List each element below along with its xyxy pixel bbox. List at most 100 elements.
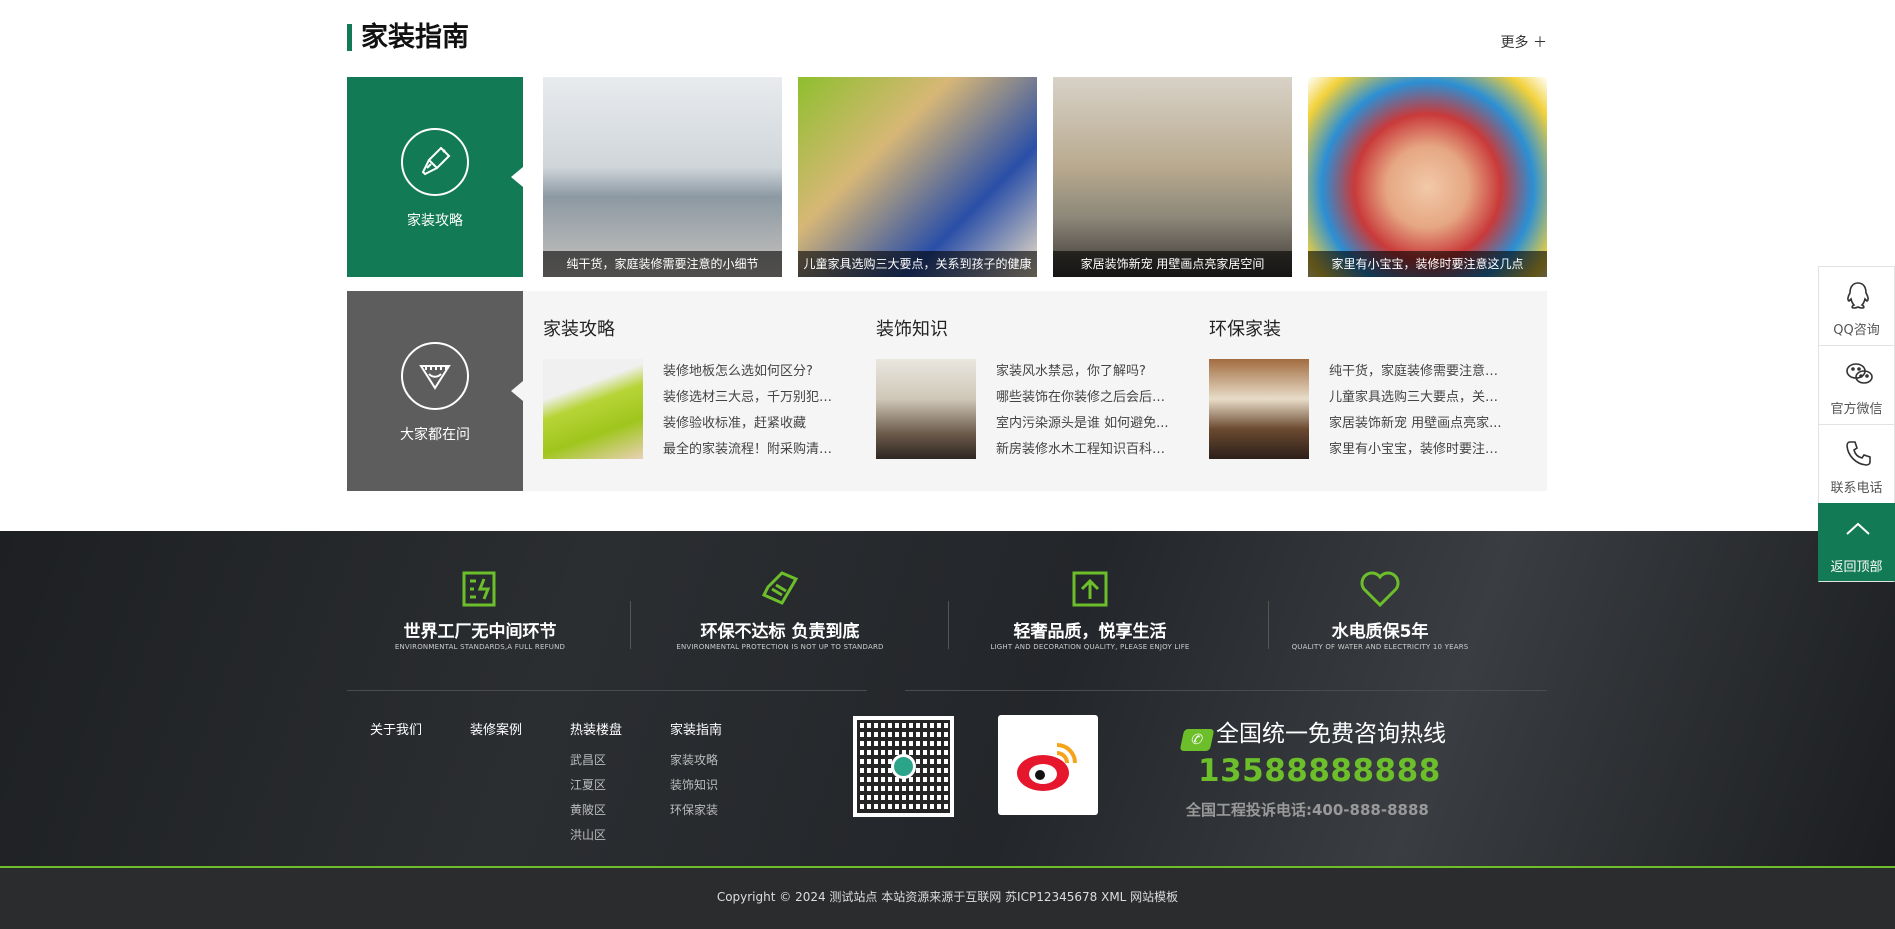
feature-subtitle: ENVIRONMENTAL PROTECTION IS NOT UP TO ST…	[676, 643, 884, 651]
side-item-label: QQ咨询	[1833, 323, 1880, 338]
guide-tile-label: 家装攻略	[407, 213, 463, 229]
feature-title: 环保不达标 负责到底	[700, 622, 860, 642]
footer-nav-link[interactable]: 黄陂区	[570, 798, 622, 823]
complaint-hotline: 全国工程投诉电话:400-888-8888	[1186, 801, 1429, 819]
footer-nav-group: 家装指南 家装攻略 装饰知识 环保家装	[670, 719, 722, 823]
phone-icon	[1846, 441, 1871, 466]
faq-column-title[interactable]: 装饰知识	[876, 315, 948, 341]
footer-nav-group: 关于我们	[370, 719, 422, 748]
photo-card[interactable]: 家里有小宝宝，装修时要注意这几点	[1308, 77, 1547, 277]
arrow-up-icon	[1846, 522, 1870, 535]
faq-item[interactable]: 室内污染源头是谁 如何避免...	[996, 411, 1176, 437]
footer-nav-group: 装修案例	[470, 719, 522, 748]
footer-nav-link[interactable]: 装饰知识	[670, 773, 722, 798]
faq-column-title[interactable]: 家装攻略	[543, 315, 615, 341]
upload-box-icon	[1072, 571, 1108, 607]
title-accent-bar	[347, 24, 352, 51]
feature-item: 轻奢品质，悦享生活 LIGHT AND DECORATION QUALITY, …	[960, 531, 1220, 661]
phone-icon: ✆	[1179, 729, 1215, 751]
side-item-qq[interactable]: QQ咨询	[1818, 266, 1895, 345]
faq-item[interactable]: 装修验收标准，赶紧收藏	[663, 411, 843, 437]
side-item-label: 返回顶部	[1830, 560, 1883, 575]
faq-item[interactable]: 装修地板怎么选如何区分?	[663, 359, 843, 385]
footer: 世界工厂无中间环节 ENVIRONMENTAL STANDARDS,A FULL…	[0, 531, 1895, 866]
photo-caption[interactable]: 家居装饰新宠 用壁画点亮家居空间	[1053, 251, 1292, 277]
footer-nav-link[interactable]: 武昌区	[570, 748, 622, 773]
footer-divider	[905, 690, 1547, 691]
qr-code	[853, 716, 954, 817]
footer-nav-link[interactable]: 环保家装	[670, 798, 722, 823]
guide-tile[interactable]: 家装攻略	[347, 77, 523, 277]
qq-icon	[1847, 282, 1869, 309]
footer-nav-link[interactable]: 江夏区	[570, 773, 622, 798]
feature-subtitle: LIGHT AND DECORATION QUALITY, PLEASE ENJ…	[990, 643, 1190, 651]
photo-card[interactable]: 家居装饰新宠 用壁画点亮家居空间	[1053, 77, 1292, 277]
tile-pointer	[511, 167, 523, 187]
footer-nav-link[interactable]: 家装攻略	[670, 748, 722, 773]
copyright-text: Copyright © 2024 测试站点 本站资源来源于互联网 苏ICP123…	[716, 890, 1179, 904]
footer-nav-link[interactable]: 洪山区	[570, 823, 622, 848]
faq-item[interactable]: 最全的家装流程！附采购清单...	[663, 437, 843, 463]
faq-list: 家装风水禁忌，你了解吗? 哪些装饰在你装修之后会后悔... 室内污染源头是谁 如…	[996, 359, 1176, 463]
faq-column: 家装攻略 装修地板怎么选如何区分? 装修选材三大忌，千万别犯了... 装修验收标…	[543, 291, 863, 491]
tag-icon	[761, 571, 799, 605]
hotline-number[interactable]: 13588888888	[1198, 753, 1441, 789]
faq-item[interactable]: 家里有小宝宝，装修时要注意...	[1329, 437, 1509, 463]
faq-item[interactable]: 哪些装饰在你装修之后会后悔...	[996, 385, 1176, 411]
footer-nav-title[interactable]: 热装楼盘	[570, 719, 622, 738]
home-icon	[891, 754, 916, 779]
side-item-phone[interactable]: 联系电话	[1818, 424, 1895, 503]
copyright-bar: Copyright © 2024 测试站点 本站资源来源于互联网 苏ICP123…	[0, 866, 1895, 929]
feature-item: 环保不达标 负责到底 ENVIRONMENTAL PROTECTION IS N…	[650, 531, 910, 661]
section-title: 家装指南	[361, 22, 469, 53]
side-item-wechat[interactable]: 官方微信	[1818, 345, 1895, 424]
faq-column-title[interactable]: 环保家装	[1209, 315, 1281, 341]
feature-divider	[630, 601, 631, 649]
photo-card[interactable]: 纯干货，家庭装修需要注意的小细节	[543, 77, 782, 277]
faq-list: 纯干货，家庭装修需要注意的... 儿童家具选购三大要点，关系... 家居装饰新宠…	[1329, 359, 1509, 463]
hotline-title-text: 全国统一免费咨询热线	[1216, 721, 1446, 747]
more-link[interactable]: 更多 ＋	[1501, 32, 1547, 52]
ask-tile-label: 大家都在问	[400, 427, 470, 443]
ask-tile[interactable]: 大家都在问	[347, 291, 523, 491]
photo-caption[interactable]: 家里有小宝宝，装修时要注意这几点	[1308, 251, 1547, 277]
feature-title: 世界工厂无中间环节	[403, 622, 557, 642]
feature-subtitle: ENVIRONMENTAL STANDARDS,A FULL REFUND	[394, 643, 566, 651]
faq-row: 大家都在问 家装攻略 装修地板怎么选如何区分? 装修选材三大忌，千万别犯了...…	[347, 291, 1547, 491]
guide-photo-row: 家装攻略 纯干货，家庭装修需要注意的小细节 儿童家具选购三大要点，关系到孩子的健…	[347, 77, 1547, 277]
heart-icon	[1360, 571, 1400, 608]
factory-icon	[462, 571, 496, 607]
feature-item: 世界工厂无中间环节 ENVIRONMENTAL STANDARDS,A FULL…	[350, 531, 610, 661]
faq-item[interactable]: 家装风水禁忌，你了解吗?	[996, 359, 1176, 385]
faq-item[interactable]: 纯干货，家庭装修需要注意的...	[1329, 359, 1509, 385]
faq-item[interactable]: 儿童家具选购三大要点，关系...	[1329, 385, 1509, 411]
footer-nav-title[interactable]: 装修案例	[470, 719, 522, 738]
side-item-label: 联系电话	[1830, 481, 1883, 496]
faq-list: 装修地板怎么选如何区分? 装修选材三大忌，千万别犯了... 装修验收标准，赶紧收…	[663, 359, 843, 463]
faq-item[interactable]: 新房装修水木工程知识百科全...	[996, 437, 1176, 463]
hotline-title: ✆ 全国统一免费咨询热线	[1179, 714, 1446, 751]
faq-item[interactable]: 装修选材三大忌，千万别犯了...	[663, 385, 843, 411]
page: 家装指南 更多 ＋ 家装攻略 纯干货，家庭装修需要注意的小细节 儿童家具选购三大…	[0, 0, 1895, 929]
footer-divider	[347, 690, 867, 691]
feature-title: 水电质保5年	[1331, 622, 1429, 642]
faq-column: 环保家装 纯干货，家庭装修需要注意的... 儿童家具选购三大要点，关系... 家…	[1209, 291, 1529, 491]
faq-item[interactable]: 家居装饰新宠 用壁画点亮家...	[1329, 411, 1509, 437]
feature-divider	[948, 601, 949, 649]
ruler-icon	[401, 342, 469, 410]
photo-card[interactable]: 儿童家具选购三大要点，关系到孩子的健康	[798, 77, 1037, 277]
weibo-icon[interactable]	[998, 715, 1098, 815]
side-item-label: 官方微信	[1830, 402, 1883, 417]
side-float-bar: QQ咨询 官方微信 联系电话 返回顶部	[1818, 266, 1895, 582]
faq-thumbnail[interactable]	[1209, 359, 1309, 459]
footer-nav-title[interactable]: 家装指南	[670, 719, 722, 738]
faq-thumbnail[interactable]	[876, 359, 976, 459]
feature-title: 轻奢品质，悦享生活	[1013, 622, 1167, 642]
back-to-top-button[interactable]: 返回顶部	[1818, 503, 1895, 582]
footer-nav-title[interactable]: 关于我们	[370, 719, 422, 738]
brush-icon	[401, 128, 469, 196]
faq-thumbnail[interactable]	[543, 359, 643, 459]
wechat-icon	[1846, 363, 1873, 384]
photo-caption[interactable]: 儿童家具选购三大要点，关系到孩子的健康	[798, 251, 1037, 277]
photo-caption[interactable]: 纯干货，家庭装修需要注意的小细节	[543, 251, 782, 277]
